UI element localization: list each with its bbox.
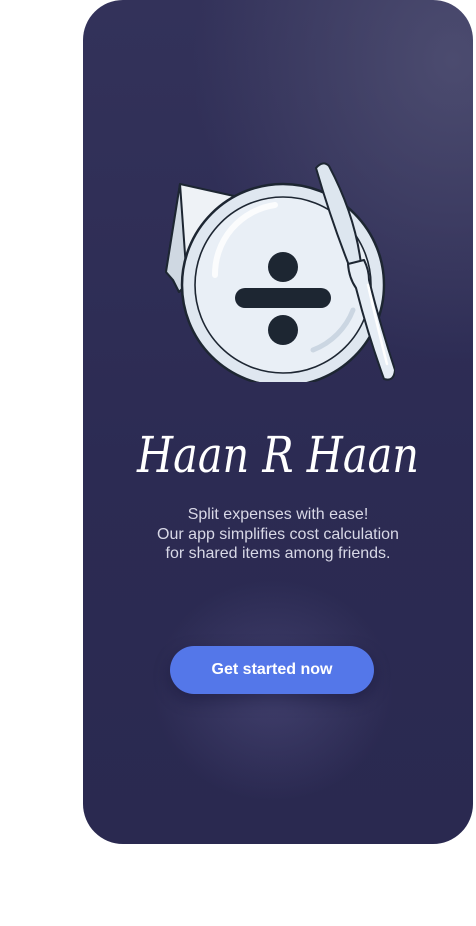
app-logo: Haan R Haan	[136, 426, 419, 484]
tagline-line-1: Split expenses with ease!	[187, 506, 369, 523]
tagline: Split expenses with ease! Our app simpli…	[83, 505, 473, 564]
tagline-line-2: Our app simplifies cost calculation	[157, 525, 399, 543]
plate-divide-icon	[165, 162, 395, 382]
get-started-button[interactable]: Get started now	[170, 646, 374, 694]
onboarding-screen: Haan R Haan Split expenses with ease! Ou…	[83, 0, 473, 844]
tagline-line-3: for shared items among friends.	[165, 545, 391, 562]
svg-text:Haan R Haan: Haan R Haan	[136, 426, 419, 484]
